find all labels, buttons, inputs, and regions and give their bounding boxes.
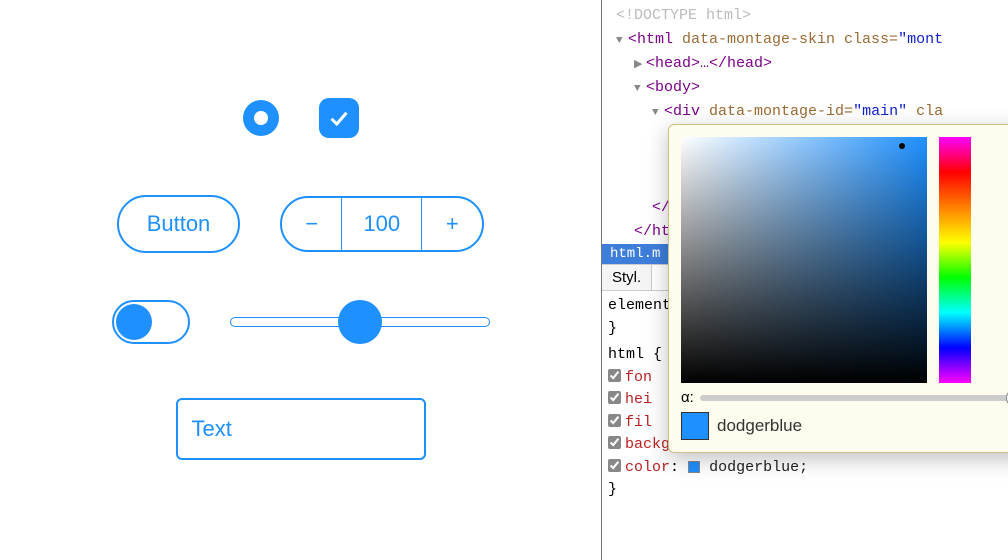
attr: cla (907, 103, 943, 120)
attr: data-montage-skin (673, 31, 835, 48)
prop-toggle[interactable] (608, 369, 621, 382)
row-toggles (0, 98, 601, 138)
slider-thumb[interactable] (338, 300, 382, 344)
prop-name[interactable]: fil (625, 414, 652, 431)
radio-button[interactable] (243, 100, 279, 136)
attr: data-montage-id= (700, 103, 853, 120)
button[interactable]: Button (117, 195, 241, 253)
row-text: Text (0, 398, 601, 460)
expand-icon[interactable] (652, 105, 664, 123)
tab-styles[interactable]: Styl. (602, 265, 652, 290)
color-picker-popover: α: dodgerblue (668, 124, 1008, 453)
stepper-value[interactable]: 100 (342, 198, 422, 250)
radio-inner-dot (254, 111, 268, 125)
toggle-knob (116, 304, 152, 340)
checkmark-icon (327, 106, 351, 130)
prop-value[interactable]: dodgerblue; (709, 459, 808, 476)
prop-toggle[interactable] (608, 459, 621, 472)
attr-val: "main" (853, 103, 907, 120)
attr: class= (835, 31, 898, 48)
prop-name[interactable]: color (625, 459, 670, 476)
text-input[interactable]: Text (176, 398, 426, 460)
prop-toggle[interactable] (608, 436, 621, 449)
toggle-switch[interactable] (112, 300, 190, 344)
selector: html (608, 346, 644, 363)
row-buttons: Button − 100 + (0, 195, 601, 253)
stepper-decrement[interactable]: − (282, 198, 342, 250)
tag-div-open: <div (664, 103, 700, 120)
expand-icon[interactable] (616, 33, 628, 51)
color-swatch[interactable] (688, 461, 700, 473)
number-stepper: − 100 + (280, 196, 484, 252)
selector: element (608, 297, 671, 314)
expand-icon[interactable] (634, 81, 646, 99)
prop-name[interactable]: fon (625, 369, 652, 386)
hue-slider[interactable] (939, 137, 971, 383)
alpha-slider[interactable] (700, 395, 1008, 401)
tag-body: <body> (646, 79, 700, 96)
output-color-name[interactable]: dodgerblue (717, 416, 802, 436)
ui-preview-pane: Button − 100 + Text (0, 0, 602, 560)
checkbox[interactable] (319, 98, 359, 138)
expand-icon[interactable] (634, 57, 646, 75)
brace: } (608, 481, 617, 498)
stepper-increment[interactable]: + (422, 198, 482, 250)
alpha-row: α: (681, 389, 1008, 406)
alpha-label: α: (681, 389, 694, 406)
prop-toggle[interactable] (608, 414, 621, 427)
devtools-pane: <!DOCTYPE html> <html data-montage-skin … (602, 0, 1008, 560)
saturation-value-field[interactable] (681, 137, 927, 383)
prop-toggle[interactable] (608, 391, 621, 404)
tag-html-open: <html (628, 31, 673, 48)
attr-val: "mont (898, 31, 943, 48)
brace: } (608, 320, 617, 337)
tag-head: <head>…</head> (646, 55, 772, 72)
prop-name[interactable]: hei (625, 391, 652, 408)
doctype-line: <!DOCTYPE html> (616, 7, 751, 24)
tag-close: </ht (634, 223, 670, 240)
output-swatch (681, 412, 709, 440)
slider[interactable] (230, 300, 490, 344)
color-output: dodgerblue (681, 412, 1008, 440)
row-sliders (0, 300, 601, 344)
colon: : (670, 459, 679, 476)
